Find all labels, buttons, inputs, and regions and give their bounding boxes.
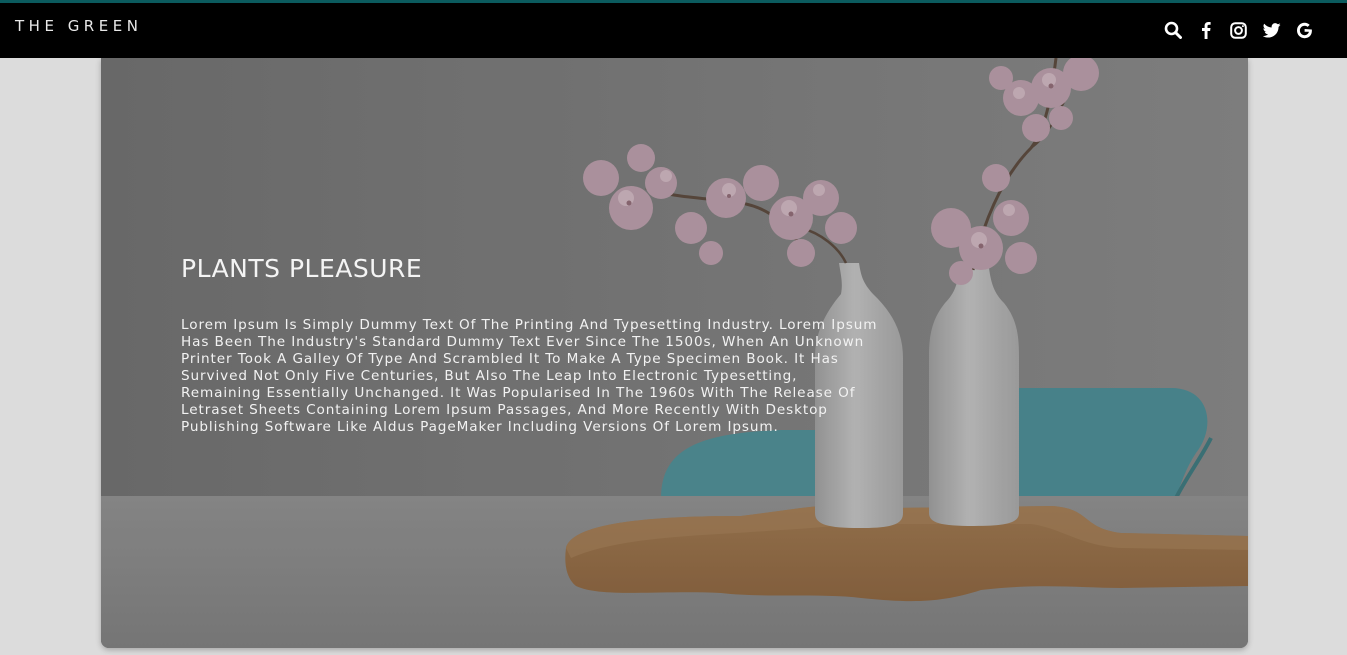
- brand-logo[interactable]: THE GREEN: [15, 17, 142, 35]
- instagram-icon[interactable]: [1222, 18, 1255, 42]
- search-icon[interactable]: [1156, 18, 1189, 42]
- hero-title: PLANTS PLEASURE: [181, 254, 423, 283]
- google-icon[interactable]: [1288, 18, 1321, 42]
- hero-card: PLANTS PLEASURE Lorem Ipsum Is Simply Du…: [101, 58, 1248, 648]
- facebook-icon[interactable]: [1189, 18, 1222, 42]
- top-navbar: THE GREEN: [0, 0, 1347, 58]
- twitter-icon[interactable]: [1255, 18, 1288, 42]
- social-icons: [1156, 18, 1321, 42]
- hero-description: Lorem Ipsum Is Simply Dummy Text Of The …: [181, 317, 878, 435]
